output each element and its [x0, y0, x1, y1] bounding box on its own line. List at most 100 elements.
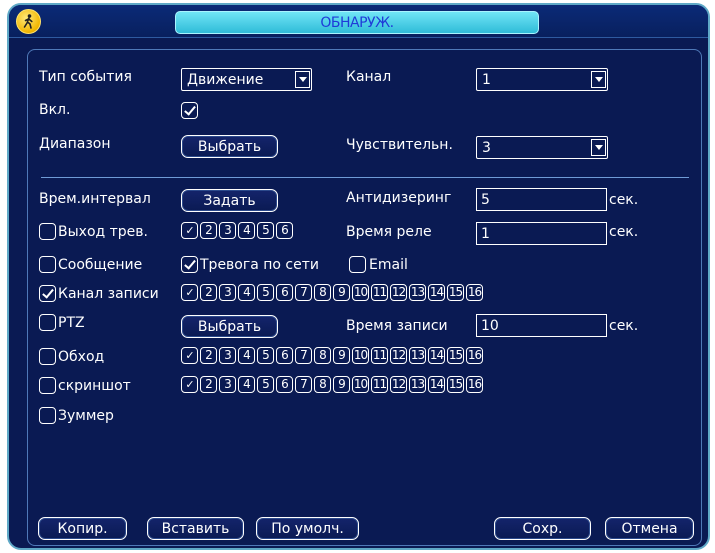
snapshot-channels: ✓ 2 3 4 5 6 7 8 9 10 11 12 13 14 15 16 [181, 376, 483, 395]
title-bar: ОБНАРУЖ. [9, 5, 708, 38]
channel-box[interactable]: 12 [390, 376, 407, 393]
motion-detect-window: ОБНАРУЖ. Тип события Движение Канал 1 Вк… [7, 3, 710, 550]
channel-box[interactable]: 2 [200, 284, 217, 301]
anti-dither-unit: сек. [609, 192, 639, 208]
channel-box[interactable]: ✓ [181, 347, 198, 364]
channel-box[interactable]: 3 [219, 222, 236, 239]
channel-box[interactable]: 11 [371, 376, 388, 393]
channel-box[interactable]: 10 [352, 284, 369, 301]
cancel-button[interactable]: Отмена [605, 517, 694, 540]
net-alarm-label: Тревога по сети [200, 257, 319, 273]
buzzer-label: Зуммер [58, 408, 114, 424]
channel-box[interactable]: 2 [200, 347, 217, 364]
channel-box[interactable]: 15 [447, 347, 464, 364]
copy-button[interactable]: Копир. [38, 517, 127, 540]
message-label: Сообщение [58, 257, 143, 273]
channel-box[interactable]: 6 [276, 376, 293, 393]
buzzer-checkbox[interactable] [39, 407, 56, 424]
channel-box[interactable]: ✓ [181, 222, 198, 239]
event-type-value: Движение [187, 72, 264, 88]
sensitivity-value: 3 [482, 140, 491, 156]
record-channels: ✓ 2 3 4 5 6 7 8 9 10 11 12 13 14 15 16 [181, 284, 483, 303]
channel-box[interactable]: 13 [409, 284, 426, 301]
alarm-out-checkbox[interactable] [39, 223, 56, 240]
channel-box[interactable]: 4 [238, 222, 255, 239]
channel-box[interactable]: 8 [314, 284, 331, 301]
save-button[interactable]: Сохр. [494, 517, 591, 540]
channel-box[interactable]: 4 [238, 284, 255, 301]
channel-box[interactable]: 3 [219, 376, 236, 393]
channel-box[interactable]: 15 [447, 284, 464, 301]
relay-time-input[interactable]: 1 [476, 222, 607, 245]
channel-box[interactable]: 6 [276, 222, 293, 239]
channel-box[interactable]: 4 [238, 347, 255, 364]
channel-box[interactable]: 14 [428, 376, 445, 393]
channel-box[interactable]: 9 [333, 347, 350, 364]
period-set-button[interactable]: Задать [181, 189, 278, 212]
paste-button[interactable]: Вставить [147, 517, 244, 540]
net-alarm-checkbox[interactable] [181, 256, 198, 273]
channel-box[interactable]: 6 [276, 347, 293, 364]
channel-box[interactable]: 7 [295, 376, 312, 393]
event-type-dropdown[interactable]: Движение [181, 68, 312, 91]
channel-box[interactable]: 11 [371, 284, 388, 301]
enable-label: Вкл. [39, 102, 71, 118]
channel-box[interactable]: 5 [257, 376, 274, 393]
region-select-button[interactable]: Выбрать [181, 135, 278, 158]
message-checkbox[interactable] [39, 256, 56, 273]
record-channel-label: Канал записи [58, 286, 159, 302]
channel-box[interactable]: 14 [428, 347, 445, 364]
sensitivity-dropdown[interactable]: 3 [476, 136, 608, 159]
record-time-unit: сек. [609, 318, 639, 334]
channel-box[interactable]: 4 [238, 376, 255, 393]
chevron-down-icon [591, 71, 606, 88]
channel-dropdown[interactable]: 1 [476, 68, 608, 91]
channel-box[interactable]: 3 [219, 347, 236, 364]
default-button[interactable]: По умолч. [256, 517, 359, 540]
channel-box[interactable]: 2 [200, 222, 217, 239]
relay-time-value: 1 [481, 226, 490, 242]
ptz-select-button[interactable]: Выбрать [181, 315, 278, 338]
window-title: ОБНАРУЖ. [320, 14, 394, 31]
email-checkbox[interactable] [349, 256, 366, 273]
channel-box[interactable]: 10 [352, 376, 369, 393]
email-label: Email [369, 257, 408, 273]
channel-box[interactable]: 12 [390, 284, 407, 301]
alarm-out-channels: ✓ 2 3 4 5 6 [181, 222, 293, 241]
channel-box[interactable]: 13 [409, 347, 426, 364]
anti-dither-input[interactable]: 5 [476, 188, 607, 211]
snapshot-checkbox[interactable] [39, 377, 56, 394]
channel-box[interactable]: 8 [314, 376, 331, 393]
channel-box[interactable]: 11 [371, 347, 388, 364]
relay-time-label: Время реле [346, 224, 432, 240]
channel-box[interactable]: 2 [200, 376, 217, 393]
channel-box[interactable]: 12 [390, 347, 407, 364]
event-type-label: Тип события [39, 69, 132, 85]
record-channel-checkbox[interactable] [39, 285, 56, 302]
channel-box[interactable]: 16 [466, 376, 483, 393]
settings-panel: Тип события Движение Канал 1 Вкл. Диапаз… [27, 49, 702, 546]
record-time-input[interactable]: 10 [476, 314, 607, 337]
channel-box[interactable]: 6 [276, 284, 293, 301]
channel-box[interactable]: 15 [447, 376, 464, 393]
channel-box[interactable]: 16 [466, 284, 483, 301]
ptz-checkbox[interactable] [39, 314, 56, 331]
channel-box[interactable]: 5 [257, 222, 274, 239]
channel-box[interactable]: 7 [295, 284, 312, 301]
channel-box[interactable]: 7 [295, 347, 312, 364]
channel-box[interactable]: 5 [257, 347, 274, 364]
channel-box[interactable]: 8 [314, 347, 331, 364]
tour-checkbox[interactable] [39, 348, 56, 365]
channel-box[interactable]: 5 [257, 284, 274, 301]
channel-box[interactable]: 3 [219, 284, 236, 301]
channel-box[interactable]: 14 [428, 284, 445, 301]
channel-box[interactable]: ✓ [181, 376, 198, 393]
enable-checkbox[interactable] [181, 102, 198, 119]
channel-box[interactable]: 9 [333, 376, 350, 393]
channel-box[interactable]: 10 [352, 347, 369, 364]
channel-box[interactable]: 13 [409, 376, 426, 393]
record-time-value: 10 [481, 318, 499, 334]
channel-box[interactable]: 9 [333, 284, 350, 301]
channel-box[interactable]: 16 [466, 347, 483, 364]
channel-box[interactable]: ✓ [181, 284, 198, 301]
